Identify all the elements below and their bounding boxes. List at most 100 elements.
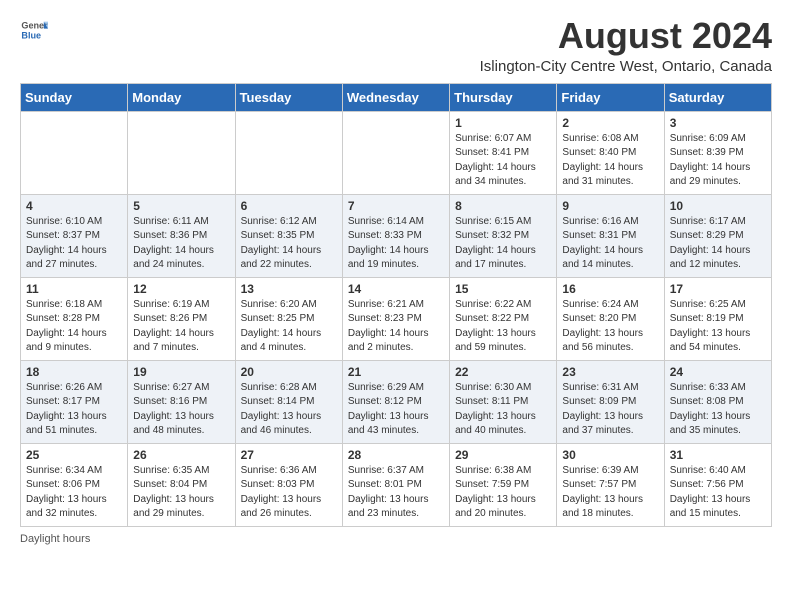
week-row-1: 1 Sunrise: 6:07 AM Sunset: 8:41 PM Daylig… bbox=[21, 111, 772, 194]
day-number: 10 bbox=[670, 199, 766, 213]
day-info: Sunrise: 6:25 AM Sunset: 8:19 PM Dayligh… bbox=[670, 298, 766, 356]
day-info: Sunrise: 6:09 AM Sunset: 8:39 PM Dayligh… bbox=[670, 132, 766, 190]
calendar-cell: 22 Sunrise: 6:30 AM Sunset: 8:11 PM Dayli… bbox=[450, 360, 557, 443]
calendar-cell: 7Sunrise: 6:14 AM Sunset: 8:33 PM Daylig… bbox=[342, 194, 449, 277]
day-number: 28 bbox=[348, 448, 444, 462]
day-info: Sunrise: 6:28 AM Sunset: 8:14 PM Dayligh… bbox=[241, 381, 337, 439]
day-number: 30 bbox=[562, 448, 658, 462]
day-number: 8 bbox=[455, 199, 551, 213]
calendar-cell bbox=[128, 111, 235, 194]
day-info: Sunrise: 6:26 AM Sunset: 8:17 PM Dayligh… bbox=[26, 381, 122, 439]
day-info: Sunrise: 6:07 AM Sunset: 8:41 PM Dayligh… bbox=[455, 132, 551, 190]
calendar-cell bbox=[21, 111, 128, 194]
calendar-body: 1 Sunrise: 6:07 AM Sunset: 8:41 PM Daylig… bbox=[21, 111, 772, 526]
day-number: 14 bbox=[348, 282, 444, 296]
header-cell-saturday: Saturday bbox=[664, 83, 771, 111]
day-number: 24 bbox=[670, 365, 766, 379]
day-number: 19 bbox=[133, 365, 229, 379]
day-number: 2 bbox=[562, 116, 658, 130]
day-info: Sunrise: 6:24 AM Sunset: 8:20 PM Dayligh… bbox=[562, 298, 658, 356]
header-cell-wednesday: Wednesday bbox=[342, 83, 449, 111]
day-info: Sunrise: 6:31 AM Sunset: 8:09 PM Dayligh… bbox=[562, 381, 658, 439]
calendar-cell bbox=[235, 111, 342, 194]
week-row-5: 25 Sunrise: 6:34 AM Sunset: 8:06 PM Dayli… bbox=[21, 443, 772, 526]
calendar-cell: 18 Sunrise: 6:26 AM Sunset: 8:17 PM Dayli… bbox=[21, 360, 128, 443]
day-number: 1 bbox=[455, 116, 551, 130]
day-info: Sunrise: 6:29 AM Sunset: 8:12 PM Dayligh… bbox=[348, 381, 444, 439]
calendar-cell: 27 Sunrise: 6:36 AM Sunset: 8:03 PM Dayli… bbox=[235, 443, 342, 526]
day-number: 3 bbox=[670, 116, 766, 130]
day-number: 15 bbox=[455, 282, 551, 296]
week-row-3: 11Sunrise: 6:18 AM Sunset: 8:28 PM Dayli… bbox=[21, 277, 772, 360]
day-info: Sunrise: 6:39 AM Sunset: 7:57 PM Dayligh… bbox=[562, 464, 658, 522]
calendar-cell: 23 Sunrise: 6:31 AM Sunset: 8:09 PM Dayli… bbox=[557, 360, 664, 443]
week-row-2: 4Sunrise: 6:10 AM Sunset: 8:37 PM Daylig… bbox=[21, 194, 772, 277]
day-info: Sunrise: 6:17 AM Sunset: 8:29 PM Dayligh… bbox=[670, 215, 766, 273]
day-number: 12 bbox=[133, 282, 229, 296]
day-info: Sunrise: 6:11 AM Sunset: 8:36 PM Dayligh… bbox=[133, 215, 229, 273]
calendar-cell: 31 Sunrise: 6:40 AM Sunset: 7:56 PM Dayli… bbox=[664, 443, 771, 526]
header-row: SundayMondayTuesdayWednesdayThursdayFrid… bbox=[21, 83, 772, 111]
main-title: August 2024 bbox=[480, 16, 772, 56]
day-number: 22 bbox=[455, 365, 551, 379]
day-info: Sunrise: 6:34 AM Sunset: 8:06 PM Dayligh… bbox=[26, 464, 122, 522]
calendar-cell: 21 Sunrise: 6:29 AM Sunset: 8:12 PM Dayli… bbox=[342, 360, 449, 443]
logo: General Blue bbox=[20, 16, 48, 44]
calendar-cell: 28 Sunrise: 6:37 AM Sunset: 8:01 PM Dayli… bbox=[342, 443, 449, 526]
day-number: 18 bbox=[26, 365, 122, 379]
day-number: 9 bbox=[562, 199, 658, 213]
calendar-cell: 1 Sunrise: 6:07 AM Sunset: 8:41 PM Daylig… bbox=[450, 111, 557, 194]
header: General Blue August 2024 Islington-City … bbox=[20, 16, 772, 75]
calendar-cell: 4Sunrise: 6:10 AM Sunset: 8:37 PM Daylig… bbox=[21, 194, 128, 277]
calendar-cell: 11Sunrise: 6:18 AM Sunset: 8:28 PM Dayli… bbox=[21, 277, 128, 360]
day-info: Sunrise: 6:37 AM Sunset: 8:01 PM Dayligh… bbox=[348, 464, 444, 522]
calendar-cell: 19Sunrise: 6:27 AM Sunset: 8:16 PM Dayli… bbox=[128, 360, 235, 443]
calendar-cell: 12 Sunrise: 6:19 AM Sunset: 8:26 PM Dayli… bbox=[128, 277, 235, 360]
day-info: Sunrise: 6:08 AM Sunset: 8:40 PM Dayligh… bbox=[562, 132, 658, 190]
day-number: 13 bbox=[241, 282, 337, 296]
day-info: Sunrise: 6:20 AM Sunset: 8:25 PM Dayligh… bbox=[241, 298, 337, 356]
day-info: Sunrise: 6:16 AM Sunset: 8:31 PM Dayligh… bbox=[562, 215, 658, 273]
day-info: Sunrise: 6:19 AM Sunset: 8:26 PM Dayligh… bbox=[133, 298, 229, 356]
day-info: Sunrise: 6:18 AM Sunset: 8:28 PM Dayligh… bbox=[26, 298, 122, 356]
calendar-cell: 17 Sunrise: 6:25 AM Sunset: 8:19 PM Dayli… bbox=[664, 277, 771, 360]
header-cell-sunday: Sunday bbox=[21, 83, 128, 111]
day-info: Sunrise: 6:10 AM Sunset: 8:37 PM Dayligh… bbox=[26, 215, 122, 273]
calendar-cell: 20 Sunrise: 6:28 AM Sunset: 8:14 PM Dayli… bbox=[235, 360, 342, 443]
calendar-table: SundayMondayTuesdayWednesdayThursdayFrid… bbox=[20, 83, 772, 527]
calendar-cell: 14 Sunrise: 6:21 AM Sunset: 8:23 PM Dayli… bbox=[342, 277, 449, 360]
day-info: Sunrise: 6:36 AM Sunset: 8:03 PM Dayligh… bbox=[241, 464, 337, 522]
subtitle: Islington-City Centre West, Ontario, Can… bbox=[480, 58, 772, 75]
day-info: Sunrise: 6:30 AM Sunset: 8:11 PM Dayligh… bbox=[455, 381, 551, 439]
calendar-header: SundayMondayTuesdayWednesdayThursdayFrid… bbox=[21, 83, 772, 111]
calendar-cell: 10 Sunrise: 6:17 AM Sunset: 8:29 PM Dayli… bbox=[664, 194, 771, 277]
footer-note: Daylight hours bbox=[20, 533, 772, 545]
day-number: 20 bbox=[241, 365, 337, 379]
day-number: 5 bbox=[133, 199, 229, 213]
calendar-cell: 29Sunrise: 6:38 AM Sunset: 7:59 PM Dayli… bbox=[450, 443, 557, 526]
header-cell-thursday: Thursday bbox=[450, 83, 557, 111]
day-info: Sunrise: 6:33 AM Sunset: 8:08 PM Dayligh… bbox=[670, 381, 766, 439]
day-info: Sunrise: 6:22 AM Sunset: 8:22 PM Dayligh… bbox=[455, 298, 551, 356]
day-number: 27 bbox=[241, 448, 337, 462]
day-number: 6 bbox=[241, 199, 337, 213]
calendar-cell: 26Sunrise: 6:35 AM Sunset: 8:04 PM Dayli… bbox=[128, 443, 235, 526]
calendar-cell: 24 Sunrise: 6:33 AM Sunset: 8:08 PM Dayli… bbox=[664, 360, 771, 443]
calendar-cell: 6Sunrise: 6:12 AM Sunset: 8:35 PM Daylig… bbox=[235, 194, 342, 277]
calendar-cell: 30 Sunrise: 6:39 AM Sunset: 7:57 PM Dayli… bbox=[557, 443, 664, 526]
svg-text:Blue: Blue bbox=[21, 30, 41, 40]
day-number: 31 bbox=[670, 448, 766, 462]
day-info: Sunrise: 6:21 AM Sunset: 8:23 PM Dayligh… bbox=[348, 298, 444, 356]
day-number: 21 bbox=[348, 365, 444, 379]
calendar-cell: 15 Sunrise: 6:22 AM Sunset: 8:22 PM Dayli… bbox=[450, 277, 557, 360]
day-number: 23 bbox=[562, 365, 658, 379]
calendar-cell: 8 Sunrise: 6:15 AM Sunset: 8:32 PM Daylig… bbox=[450, 194, 557, 277]
calendar-cell bbox=[342, 111, 449, 194]
day-number: 17 bbox=[670, 282, 766, 296]
day-number: 25 bbox=[26, 448, 122, 462]
day-info: Sunrise: 6:14 AM Sunset: 8:33 PM Dayligh… bbox=[348, 215, 444, 273]
header-cell-monday: Monday bbox=[128, 83, 235, 111]
day-info: Sunrise: 6:15 AM Sunset: 8:32 PM Dayligh… bbox=[455, 215, 551, 273]
day-info: Sunrise: 6:40 AM Sunset: 7:56 PM Dayligh… bbox=[670, 464, 766, 522]
header-cell-friday: Friday bbox=[557, 83, 664, 111]
